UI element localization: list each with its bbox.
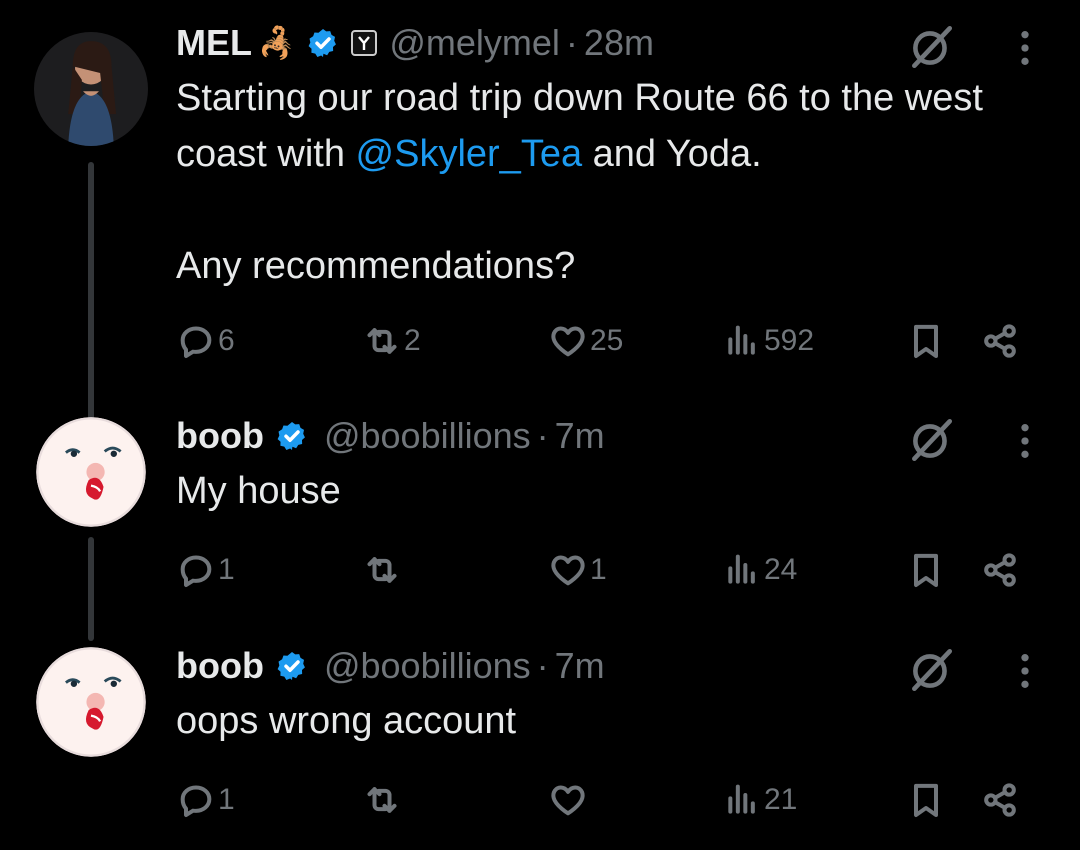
user-handle[interactable]: @boobillions bbox=[324, 415, 531, 457]
timestamp[interactable]: 7m bbox=[555, 645, 605, 687]
thread-connector bbox=[88, 162, 94, 424]
tweet-text: oops wrong account bbox=[176, 700, 517, 742]
views-icon bbox=[722, 780, 762, 820]
bookmark-button[interactable] bbox=[906, 545, 946, 595]
timestamp[interactable]: 7m bbox=[555, 415, 605, 457]
share-button[interactable] bbox=[980, 775, 1020, 825]
more-options-icon[interactable] bbox=[1018, 28, 1032, 68]
views-button[interactable]: 24 bbox=[722, 545, 797, 595]
grok-icon[interactable] bbox=[906, 645, 956, 695]
like-count: 1 bbox=[590, 553, 607, 586]
share-icon bbox=[980, 550, 1020, 590]
like-button[interactable] bbox=[548, 775, 590, 825]
views-button[interactable]: 592 bbox=[722, 316, 814, 366]
verified-badge-icon[interactable] bbox=[276, 650, 308, 682]
repost-button[interactable] bbox=[362, 775, 404, 825]
repost-icon bbox=[362, 550, 402, 590]
heart-icon bbox=[548, 550, 588, 590]
reply-count: 1 bbox=[218, 783, 235, 816]
more-options-icon[interactable] bbox=[1018, 421, 1032, 461]
affiliate-badge-icon[interactable] bbox=[351, 30, 378, 56]
reply-icon bbox=[176, 550, 216, 590]
display-name[interactable]: boob bbox=[176, 645, 264, 687]
share-icon bbox=[980, 780, 1020, 820]
reply-count: 6 bbox=[218, 324, 235, 357]
views-count: 21 bbox=[764, 783, 798, 816]
thread-connector bbox=[88, 537, 94, 641]
views-button[interactable]: 21 bbox=[722, 775, 797, 825]
separator-dot: · bbox=[536, 645, 549, 686]
affiliate-logo-icon bbox=[358, 36, 371, 50]
mention-link[interactable]: @Skyler_Tea bbox=[356, 133, 583, 175]
bookmark-button[interactable] bbox=[906, 316, 946, 366]
views-icon bbox=[722, 321, 762, 361]
heart-icon bbox=[548, 780, 588, 820]
display-name[interactable]: boob bbox=[176, 415, 264, 457]
repost-icon bbox=[362, 780, 402, 820]
views-count: 592 bbox=[764, 324, 815, 357]
like-button[interactable]: 25 bbox=[548, 316, 623, 366]
reply-icon bbox=[176, 321, 216, 361]
verified-badge-icon[interactable] bbox=[307, 27, 339, 59]
bookmark-icon bbox=[906, 780, 946, 820]
bookmark-button[interactable] bbox=[906, 775, 946, 825]
heart-icon bbox=[548, 321, 588, 361]
user-handle[interactable]: @melymel bbox=[389, 22, 560, 64]
bookmark-icon bbox=[906, 321, 946, 361]
repost-button[interactable]: 2 bbox=[362, 316, 421, 366]
avatar[interactable] bbox=[34, 32, 148, 146]
share-button[interactable] bbox=[980, 545, 1020, 595]
share-button[interactable] bbox=[980, 316, 1020, 366]
repost-button[interactable] bbox=[362, 545, 404, 595]
grok-icon[interactable] bbox=[906, 415, 956, 465]
reply-icon bbox=[176, 780, 216, 820]
grok-icon[interactable] bbox=[906, 22, 956, 72]
avatar[interactable] bbox=[34, 645, 148, 759]
like-count: 25 bbox=[590, 324, 624, 357]
tweet-text: Starting our road trip down Route 66 to … bbox=[176, 70, 1080, 294]
tweet-main[interactable]: MEL 🦂 @melymel · 28m Starting our road t… bbox=[0, 22, 1080, 424]
user-handle[interactable]: @boobillions bbox=[324, 645, 531, 687]
timestamp[interactable]: 28m bbox=[584, 22, 654, 64]
reply-tweet[interactable]: boob @boobillions · 7m My house 1 1 24 bbox=[0, 415, 1080, 641]
more-options-icon[interactable] bbox=[1018, 651, 1032, 691]
reply-button[interactable]: 1 bbox=[176, 775, 235, 825]
repost-icon bbox=[362, 321, 402, 361]
separator-dot: · bbox=[565, 22, 578, 63]
display-name[interactable]: MEL bbox=[176, 22, 252, 64]
views-count: 24 bbox=[764, 553, 798, 586]
views-icon bbox=[722, 550, 762, 590]
verified-badge-icon[interactable] bbox=[276, 420, 308, 452]
bookmark-icon bbox=[906, 550, 946, 590]
reply-count: 1 bbox=[218, 553, 235, 586]
reply-button[interactable]: 6 bbox=[176, 316, 235, 366]
like-button[interactable]: 1 bbox=[548, 545, 607, 595]
reply-tweet[interactable]: boob @boobillions · 7m oops wrong accoun… bbox=[0, 645, 1080, 845]
separator-dot: · bbox=[536, 415, 549, 456]
tweet-text: My house bbox=[176, 470, 341, 512]
share-icon bbox=[980, 321, 1020, 361]
scorpion-emoji: 🦂 bbox=[258, 26, 296, 60]
reply-button[interactable]: 1 bbox=[176, 545, 235, 595]
repost-count: 2 bbox=[404, 324, 421, 357]
avatar[interactable] bbox=[34, 415, 148, 529]
